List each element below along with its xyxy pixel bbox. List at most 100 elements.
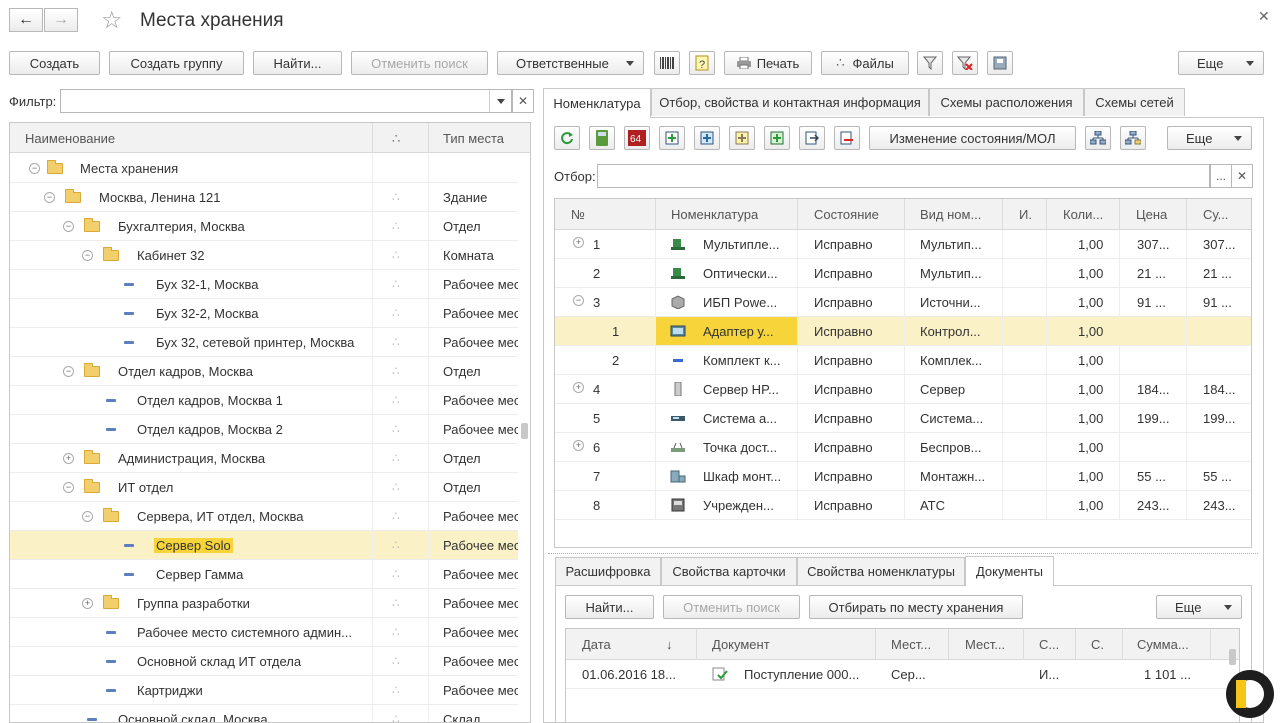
tree-row[interactable]: + Администрация, Москва ∴ Отдел (10, 444, 518, 473)
network-icon[interactable] (1085, 126, 1111, 150)
grid-row[interactable]: −3 ИБП Powe... Исправно Источни... 1,00 91 ..… (555, 288, 1251, 317)
column-nomenclature[interactable]: Номенклатура (671, 207, 758, 222)
tab-breakdown[interactable]: Расшифровка (555, 557, 661, 585)
column-date[interactable]: Дата (582, 637, 611, 652)
tree-row[interactable]: Сервер Гамма ∴ Рабочее место (10, 560, 518, 589)
tree-row[interactable]: + Группа разработки ∴ Рабочее место (10, 589, 518, 618)
document-row[interactable]: 01.06.2016 18... Поступление 000... Сер.… (566, 660, 1239, 689)
tree-row[interactable]: Бух 32-1, Москва ∴ Рабочее место (10, 270, 518, 299)
tree-row[interactable]: − Места хранения (10, 154, 518, 183)
tree-row[interactable]: Основной склад, Москва ∴ Склад (10, 705, 518, 722)
column-s1[interactable]: С... (1039, 637, 1059, 652)
grid-row[interactable]: 2 Комплект к... Исправно Комплек... 1,00 (555, 346, 1251, 375)
docs-find-button[interactable]: Найти... (565, 595, 654, 619)
create-group-button[interactable]: Создать группу (109, 51, 244, 75)
forward-button[interactable]: → (44, 8, 78, 32)
calculator-icon[interactable] (589, 126, 615, 150)
collapse-icon[interactable]: − (44, 192, 55, 203)
archive-icon[interactable] (987, 51, 1013, 75)
tab-selection-properties[interactable]: Отбор, свойства и контактная информация (651, 88, 929, 116)
create-button[interactable]: Создать (9, 51, 100, 75)
column-type[interactable]: Тип места (443, 131, 504, 146)
add-copy-icon[interactable] (729, 126, 755, 150)
find-button[interactable]: Найти... (253, 51, 342, 75)
documents-grid[interactable]: Дата ↓ Документ Мест... Мест... С... С. … (565, 628, 1240, 723)
expand-icon[interactable]: + (573, 382, 584, 393)
column-price[interactable]: Цена (1136, 207, 1167, 222)
column-kind[interactable]: Вид ном... (920, 207, 981, 222)
tree-row[interactable]: Основной склад ИТ отдела ∴ Рабочее место (10, 647, 518, 676)
network-settings-icon[interactable] (1120, 126, 1146, 150)
expand-icon[interactable]: + (573, 237, 584, 248)
tree-row[interactable]: Отдел кадров, Москва 2 ∴ Рабочее место (10, 415, 518, 444)
grid-row[interactable]: 7 Шкаф монт... Исправно Монтажн... 1,00 55 ..… (555, 462, 1251, 491)
bit64-icon[interactable]: 64 (624, 126, 650, 150)
grid-row[interactable]: 2 Оптически... Исправно Мультип... 1,00 21 ..… (555, 259, 1251, 288)
tree-row[interactable]: Рабочее место системного админ... ∴ Рабоче… (10, 618, 518, 647)
column-state[interactable]: Состояние (814, 207, 879, 222)
tree-scrollbar[interactable] (520, 153, 530, 722)
docs-more-button[interactable]: Еще (1156, 595, 1242, 619)
tab-network-schemes[interactable]: Схемы сетей (1084, 88, 1185, 116)
change-state-button[interactable]: Изменение состояния/МОЛ (869, 126, 1076, 150)
chevron-down-icon[interactable] (489, 90, 511, 112)
nomenclature-grid[interactable]: № Номенклатура Состояние Вид ном... И. К… (554, 198, 1252, 548)
cancel-search-button[interactable]: Отменить поиск (351, 51, 488, 75)
filter-by-place-button[interactable]: Отбирать по месту хранения (809, 595, 1023, 619)
filter-input[interactable] (60, 89, 512, 113)
column-sum[interactable]: Сумма... (1137, 637, 1189, 652)
add-green-icon[interactable] (764, 126, 790, 150)
collapse-icon[interactable]: − (82, 250, 93, 261)
grid-row[interactable]: 5 Система а... Исправно Система... 1,00 199..… (555, 404, 1251, 433)
tree-row[interactable]: − Отдел кадров, Москва ∴ Отдел (10, 357, 518, 386)
files-button[interactable]: ∴ Файлы (821, 51, 909, 75)
column-document[interactable]: Документ (712, 637, 770, 652)
selection-input[interactable] (597, 164, 1210, 188)
column-quantity[interactable]: Коли... (1063, 207, 1103, 222)
delete-row-icon[interactable] (834, 126, 860, 150)
expand-icon[interactable]: + (573, 440, 584, 451)
grid-row[interactable]: 8 Учрежден... Исправно АТС 1,00 243... 243... (555, 491, 1251, 520)
print-button[interactable]: Печать (724, 51, 812, 75)
move-icon[interactable] (799, 126, 825, 150)
column-name[interactable]: Наименование (25, 131, 115, 146)
tree-row[interactable]: Сервер Solo ∴ Рабочее место (10, 531, 518, 560)
more-button[interactable]: Еще (1178, 51, 1264, 75)
docs-cancel-search-button[interactable]: Отменить поиск (663, 595, 800, 619)
grid-row[interactable]: +6 Точка дост... Исправно Беспров... 1,00 (555, 433, 1251, 462)
add-child-icon[interactable] (694, 126, 720, 150)
nom-more-button[interactable]: Еще (1167, 126, 1252, 150)
column-sum[interactable]: Су... (1203, 207, 1228, 222)
filter-clear-button[interactable]: ✕ (512, 89, 534, 113)
tree-row[interactable]: − Москва, Ленина 121 ∴ Здание (10, 183, 518, 212)
tab-nomenclature-properties[interactable]: Свойства номенклатуры (797, 557, 965, 585)
close-icon[interactable]: ✕ (1258, 8, 1270, 25)
expand-icon[interactable]: + (82, 598, 93, 609)
favorite-star-icon[interactable]: ☆ (101, 6, 123, 35)
column-s2[interactable]: С. (1091, 637, 1104, 652)
filter-clear-icon[interactable] (952, 51, 978, 75)
collapse-icon[interactable]: − (573, 295, 584, 306)
filter-icon[interactable] (917, 51, 943, 75)
responsible-button[interactable]: Ответственные (497, 51, 644, 75)
grid-splitter[interactable] (548, 553, 1258, 554)
collapse-icon[interactable]: − (82, 511, 93, 522)
expand-icon[interactable]: + (63, 453, 74, 464)
tab-card-properties[interactable]: Свойства карточки (661, 557, 797, 585)
collapse-icon[interactable]: − (63, 366, 74, 377)
add-row-icon[interactable] (659, 126, 685, 150)
tab-nomenclature[interactable]: Номенклатура (543, 88, 651, 118)
tree-row[interactable]: − Бухгалтерия, Москва ∴ Отдел (10, 212, 518, 241)
help-icon[interactable]: ? (689, 51, 715, 75)
grid-row[interactable]: +4 Сервер HP... Исправно Сервер 1,00 184... 18… (555, 375, 1251, 404)
collapse-icon[interactable]: − (63, 482, 74, 493)
column-number[interactable]: № (571, 207, 585, 222)
selection-choose-button[interactable]: ... (1210, 164, 1232, 188)
storage-tree[interactable]: Наименование ∴ Тип места − Места хранения… (9, 122, 531, 723)
selection-clear-button[interactable]: ✕ (1231, 164, 1253, 188)
column-place2[interactable]: Мест... (965, 637, 1005, 652)
tab-documents[interactable]: Документы (965, 556, 1054, 586)
barcode-icon[interactable] (654, 51, 680, 75)
tree-row[interactable]: Бух 32, сетевой принтер, Москва ∴ Рабочее … (10, 328, 518, 357)
collapse-icon[interactable]: − (29, 163, 40, 174)
